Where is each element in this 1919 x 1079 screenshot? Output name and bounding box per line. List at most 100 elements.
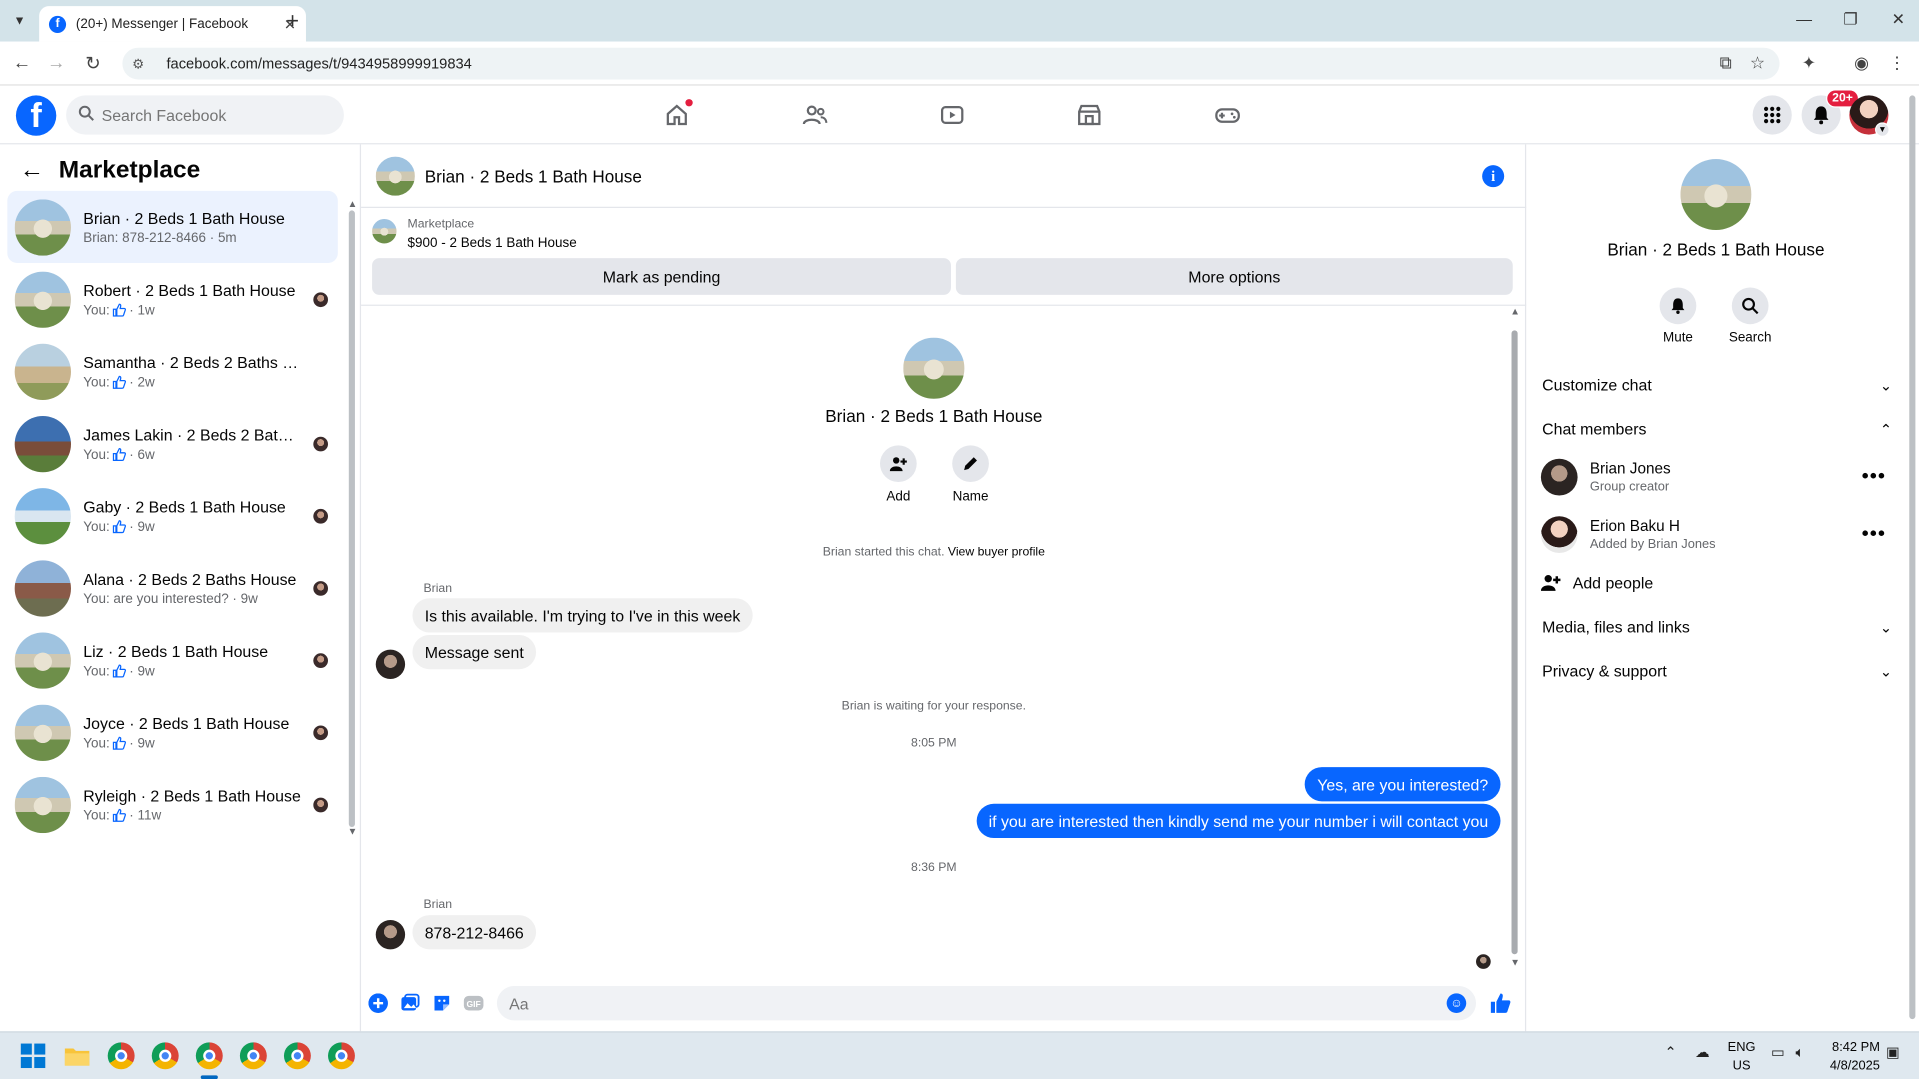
new-tab-icon[interactable]: + (281, 9, 303, 35)
notification-center-icon[interactable]: ▣ (1886, 1044, 1900, 1061)
message-input[interactable] (509, 994, 1447, 1013)
member-row[interactable]: Brian Jones Group creator ••• (1540, 453, 1896, 502)
marketplace-icon[interactable] (1073, 100, 1105, 129)
facebook-logo-icon[interactable]: f (15, 95, 57, 136)
extensions-icon[interactable]: ✦ (1798, 53, 1820, 74)
system-clock[interactable]: 8:42 PM 4/8/2025 (1821, 1039, 1880, 1076)
conversation-item[interactable]: Alana · 2 Beds 2 Baths House You: are you… (7, 552, 337, 624)
profile-icon[interactable]: ◉ (1851, 53, 1873, 74)
sender-avatar[interactable] (375, 649, 406, 679)
search-in-chat-button[interactable]: Search (1720, 287, 1781, 345)
browser-menu-icon[interactable]: ⋮ (1886, 53, 1908, 74)
back-arrow-icon[interactable]: ← (20, 157, 44, 185)
video-icon[interactable] (936, 100, 968, 129)
member-avatar[interactable] (1540, 516, 1578, 553)
listing-thumbnail[interactable] (372, 218, 397, 244)
more-options-button[interactable]: More options (955, 258, 1513, 295)
chrome-profile-icon[interactable] (151, 1042, 179, 1070)
like-thumb-icon[interactable] (1489, 992, 1511, 1014)
facebook-search[interactable] (66, 95, 344, 135)
member-avatar[interactable] (1540, 458, 1578, 496)
customize-chat-section[interactable]: Customize chat ⌄ (1542, 376, 1892, 394)
url-field[interactable]: ⚙ facebook.com/messages/t/94349589999198… (122, 47, 1780, 80)
mute-button[interactable]: Mute (1647, 287, 1708, 345)
conversation-item[interactable]: Brian · 2 Beds 1 Bath House Brian: 878-21… (7, 190, 338, 264)
page-scroll-thumb[interactable] (1909, 95, 1916, 1020)
view-buyer-profile-link[interactable]: View buyer profile (948, 546, 1045, 559)
add-member-button[interactable]: Add (874, 445, 923, 504)
sticker-icon[interactable] (431, 992, 453, 1014)
chrome-profile-icon[interactable] (195, 1042, 223, 1070)
site-info-icon[interactable]: ⚙ (132, 56, 152, 72)
conversation-item[interactable]: James Lakin · 2 Beds 2 Baths ... You: · 6w (7, 407, 337, 479)
plus-circle-icon[interactable] (367, 992, 389, 1014)
reload-icon[interactable]: ↻ (82, 53, 104, 75)
details-avatar[interactable] (1680, 159, 1752, 230)
gif-icon[interactable]: GIF (463, 992, 485, 1014)
chrome-profile-icon[interactable] (328, 1042, 355, 1070)
sidebar-scroll-thumb[interactable] (348, 210, 355, 828)
window-close-icon[interactable]: ✕ (1886, 10, 1910, 30)
info-icon[interactable]: i (1482, 165, 1505, 188)
chrome-profile-icon[interactable] (239, 1042, 267, 1070)
file-explorer-icon[interactable] (64, 1042, 91, 1069)
show-hidden-icons-chevron-icon[interactable]: ⌃ (1665, 1044, 1677, 1061)
scroll-up-arrow-icon[interactable]: ▲ (348, 198, 358, 209)
browser-tab[interactable]: f (20+) Messenger | Facebook ✕ (39, 6, 306, 42)
install-app-icon[interactable]: ⧉ (1715, 53, 1737, 74)
chrome-profile-icon[interactable] (283, 1042, 311, 1070)
listing-title[interactable]: $900 - 2 Beds 1 Bath House (408, 236, 577, 251)
chrome-icon[interactable] (107, 1042, 135, 1070)
chat-title[interactable]: Brian · 2 Beds 1 Bath House (425, 166, 642, 186)
mark-as-pending-button[interactable]: Mark as pending (372, 258, 951, 295)
conversation-item[interactable]: Ryleigh · 2 Beds 1 Bath House You: · 11w (7, 768, 337, 840)
network-icon[interactable]: ▭ (1771, 1044, 1785, 1061)
windows-start-icon[interactable] (20, 1042, 47, 1069)
scroll-down-arrow-icon[interactable]: ▼ (1510, 957, 1520, 968)
chat-members-section[interactable]: Chat members ⌃ (1542, 420, 1892, 438)
home-icon[interactable] (661, 99, 693, 129)
incoming-message[interactable]: Is this available. I'm trying to I've in… (412, 598, 753, 633)
conversation-item[interactable]: Gaby · 2 Beds 1 Bath House You: · 9w (7, 480, 337, 552)
more-dots-icon[interactable]: ••• (1862, 524, 1886, 546)
message-input-box[interactable]: ☺ (496, 986, 1477, 1021)
minimize-icon[interactable]: — (1792, 10, 1816, 28)
member-row[interactable]: Erion Baku H Added by Brian Jones ••• (1540, 510, 1896, 559)
incoming-message[interactable]: 878-212-8466 (412, 915, 537, 950)
onedrive-cloud-icon[interactable]: ☁ (1695, 1044, 1710, 1061)
privacy-support-section[interactable]: Privacy & support ⌄ (1542, 662, 1892, 680)
edit-name-button[interactable]: Name (946, 445, 995, 504)
restore-icon[interactable]: ❐ (1838, 10, 1862, 30)
thread-scroll-thumb[interactable] (1511, 330, 1518, 955)
more-dots-icon[interactable]: ••• (1862, 466, 1886, 488)
media-files-links-section[interactable]: Media, files and links ⌄ (1542, 618, 1892, 636)
forward-icon[interactable]: → (45, 53, 67, 74)
friends-icon[interactable] (799, 100, 831, 129)
scroll-down-arrow-icon[interactable]: ▼ (348, 826, 358, 837)
outgoing-message[interactable]: if you are interested then kindly send m… (976, 803, 1501, 839)
language-indicator[interactable]: ENG US (1723, 1039, 1760, 1076)
menu-grid-icon[interactable] (1752, 95, 1792, 135)
conversation-item[interactable]: Robert · 2 Beds 1 Bath House You: · 1w (7, 263, 337, 335)
conversation-item[interactable]: Joyce · 2 Beds 1 Bath House You: · 9w (7, 696, 337, 768)
back-icon[interactable]: ← (11, 53, 33, 74)
add-people-button[interactable]: Add people (1540, 573, 1653, 593)
sender-avatar[interactable] (375, 919, 406, 950)
outgoing-message[interactable]: Yes, are you interested? (1305, 767, 1501, 802)
account-chevron-down-icon[interactable]: ▼ (1875, 122, 1890, 138)
sidebar-scrollbar[interactable]: ▲ ▼ (346, 198, 358, 837)
scroll-up-arrow-icon[interactable]: ▲ (1510, 306, 1520, 317)
thread-scrollbar[interactable]: ▲ ▼ (1509, 306, 1521, 976)
incoming-message[interactable]: Message sent (412, 634, 536, 670)
bookmark-star-icon[interactable]: ☆ (1747, 53, 1769, 74)
conversation-item[interactable]: Samantha · 2 Beds 2 Baths House You: · 2w (7, 335, 337, 407)
page-scrollbar[interactable] (1908, 86, 1918, 1032)
conversation-item[interactable]: Liz · 2 Beds 1 Bath House You: · 9w (7, 624, 337, 696)
photo-icon[interactable] (399, 992, 421, 1014)
tab-search-chevron-icon[interactable]: ▼ (7, 9, 31, 33)
gaming-icon[interactable] (1212, 100, 1244, 129)
emoji-icon[interactable]: ☺ (1446, 993, 1467, 1013)
chat-header-avatar[interactable] (375, 155, 415, 196)
volume-icon[interactable]: 🔈︎ (1795, 1044, 1804, 1062)
facebook-search-input[interactable] (101, 105, 322, 125)
